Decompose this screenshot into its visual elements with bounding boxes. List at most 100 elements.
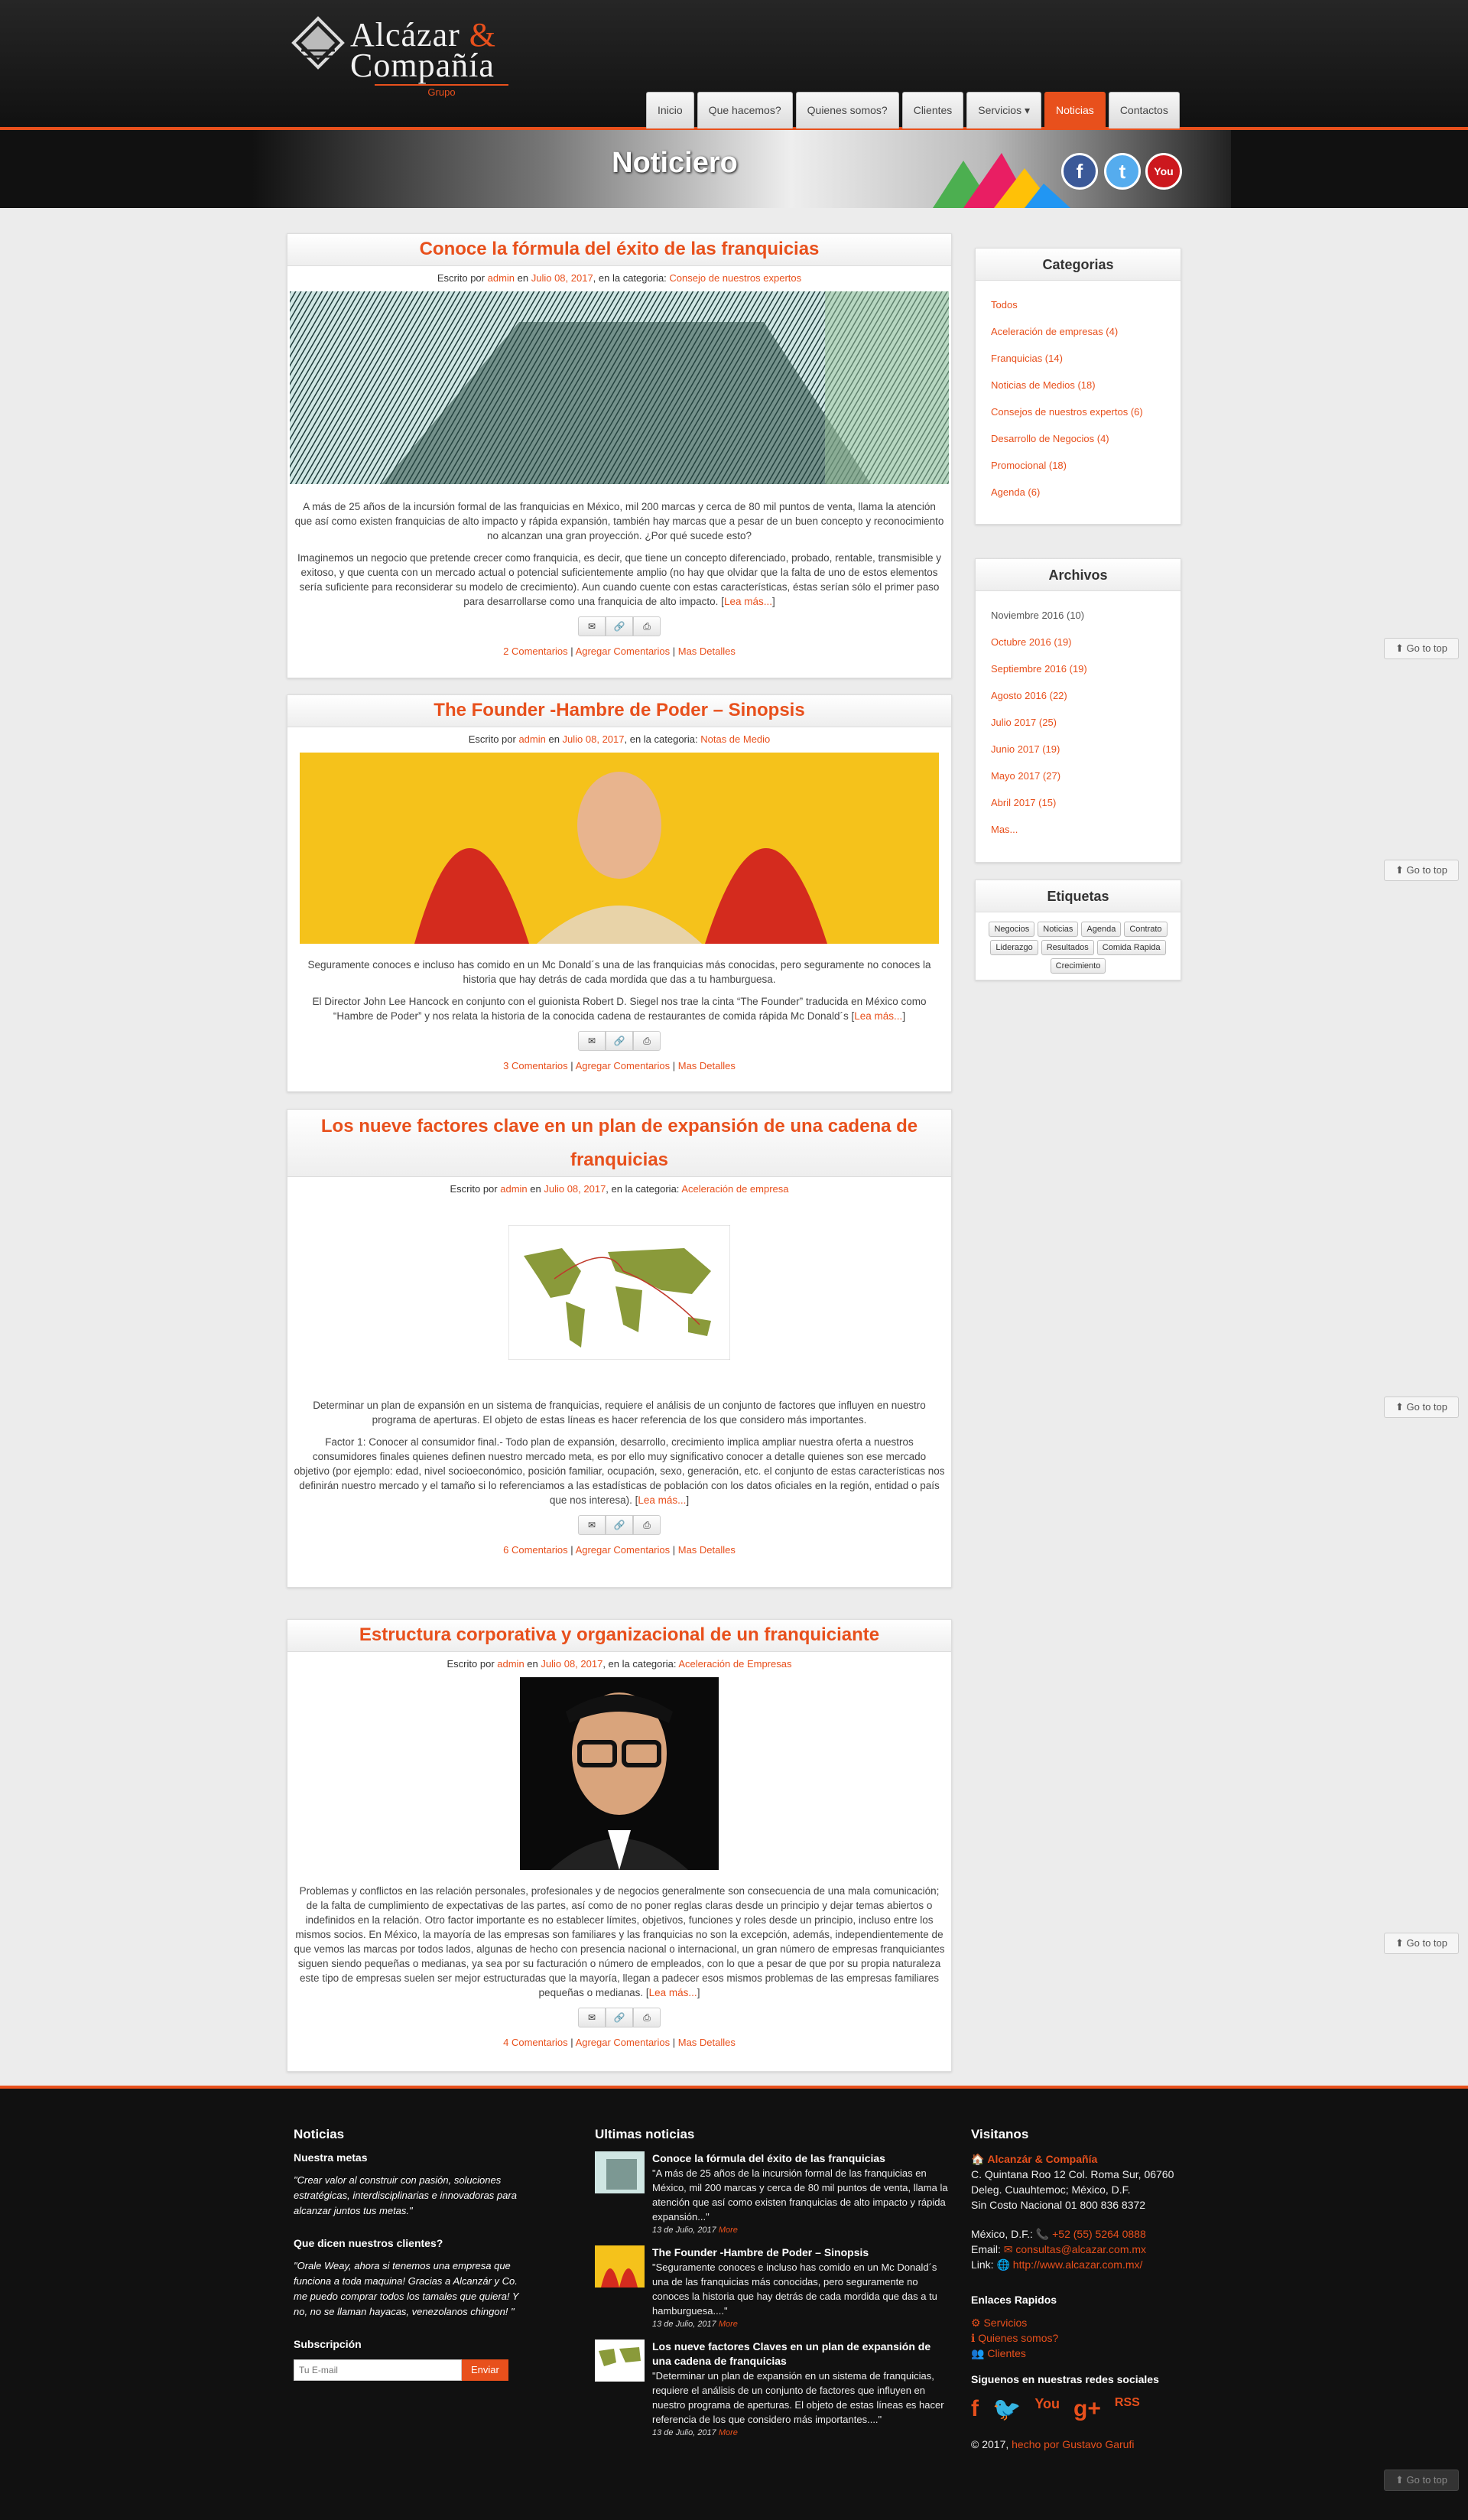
archive-link[interactable]: Mayo 2017 (27) <box>991 770 1060 782</box>
quick-link-clientes[interactable]: 👥 Clientes <box>971 2347 1026 2359</box>
comments-link[interactable]: 2 Comentarios <box>503 645 568 657</box>
comments-link[interactable]: 3 Comentarios <box>503 1060 568 1071</box>
subscribe-button[interactable]: Enviar <box>462 2359 508 2381</box>
post-category[interactable]: Aceleración de empresa <box>681 1183 788 1195</box>
read-more-link[interactable]: Lea más... <box>649 1987 697 1998</box>
post-author[interactable]: admin <box>497 1658 524 1670</box>
facebook-icon[interactable]: f <box>971 2396 979 2423</box>
category-link[interactable]: Franquicias (14) <box>991 353 1063 364</box>
category-link[interactable]: Agenda (6) <box>991 486 1040 498</box>
details-link[interactable]: Mas Detalles <box>678 1544 736 1556</box>
details-link[interactable]: Mas Detalles <box>678 2037 736 2048</box>
youtube-icon[interactable]: You <box>1145 153 1182 190</box>
tag[interactable]: Noticias <box>1038 922 1079 937</box>
subscribe-email-input[interactable] <box>294 2359 462 2381</box>
post-image-world-map[interactable] <box>508 1225 730 1360</box>
quick-link-quienes[interactable]: ℹ Quienes somos? <box>971 2332 1058 2344</box>
go-to-top-button[interactable]: ⬆ Go to top <box>1384 1397 1459 1418</box>
quick-link-servicios[interactable]: ⚙ Servicios <box>971 2317 1027 2329</box>
phone-link[interactable]: 📞 +52 (55) 5264 0888 <box>1036 2228 1146 2240</box>
tag[interactable]: Crecimiento <box>1050 958 1106 974</box>
facebook-icon[interactable]: f <box>1061 153 1098 190</box>
add-comment-link[interactable]: Agregar Comentarios <box>576 645 671 657</box>
post-date[interactable]: Julio 08, 2017 <box>563 733 625 745</box>
latest-news-item[interactable]: The Founder -Hambre de Poder – Sinopsis "… <box>595 2245 950 2329</box>
tag[interactable]: Comida Rapida <box>1096 940 1166 955</box>
category-link[interactable]: Todos <box>991 299 1018 311</box>
post-category[interactable]: Notas de Medio <box>700 733 770 745</box>
read-more-link[interactable]: Lea más... <box>724 596 772 607</box>
read-more-link[interactable]: Lea más... <box>854 1010 902 1022</box>
post-author[interactable]: admin <box>488 272 515 284</box>
archives-more-link[interactable]: Mas... <box>991 824 1018 835</box>
post-category[interactable]: Aceleración de Empresas <box>678 1658 791 1670</box>
post-date[interactable]: Julio 08, 2017 <box>541 1658 602 1670</box>
nav-inicio[interactable]: Inicio <box>646 92 694 128</box>
logo[interactable]: Alcázar & Compañía Grupo <box>291 15 520 98</box>
email-icon[interactable]: ✉ <box>578 616 606 636</box>
archive-link[interactable]: Octubre 2016 (19) <box>991 636 1072 648</box>
go-to-top-button[interactable]: ⬆ Go to top <box>1384 2470 1459 2491</box>
email-icon[interactable]: ✉ <box>578 1515 606 1535</box>
email-icon[interactable]: ✉ <box>578 2008 606 2027</box>
nav-noticias[interactable]: Noticias <box>1044 92 1106 128</box>
tag[interactable]: Resultados <box>1041 940 1094 955</box>
latest-news-item[interactable]: Los nueve factores Claves en un plan de … <box>595 2340 950 2437</box>
nav-quienes-somos[interactable]: Quienes somos? <box>795 92 899 128</box>
archive-item[interactable]: Noviembre 2016 (10) <box>991 602 1165 629</box>
youtube-icon[interactable]: You <box>1034 2396 1060 2423</box>
post-title[interactable]: Estructura corporativa y organizacional … <box>287 1620 951 1652</box>
post-date[interactable]: Julio 08, 2017 <box>531 272 593 284</box>
archive-link[interactable]: Junio 2017 (19) <box>991 743 1060 755</box>
archive-link[interactable]: Julio 2017 (25) <box>991 717 1057 728</box>
post-image-banknote[interactable] <box>290 291 949 484</box>
post-title[interactable]: Conoce la fórmula del éxito de las franq… <box>287 234 951 266</box>
details-link[interactable]: Mas Detalles <box>678 645 736 657</box>
go-to-top-button[interactable]: ⬆ Go to top <box>1384 1933 1459 1954</box>
rss-icon[interactable]: RSS <box>1115 2396 1140 2423</box>
nav-contactos[interactable]: Contactos <box>1108 92 1180 128</box>
website-link[interactable]: 🌐 http://www.alcazar.com.mx/ <box>996 2258 1142 2271</box>
category-link[interactable]: Noticias de Medios (18) <box>991 379 1096 391</box>
post-date[interactable]: Julio 08, 2017 <box>544 1183 606 1195</box>
post-image-man-glasses[interactable] <box>520 1677 719 1870</box>
email-icon[interactable]: ✉ <box>578 1031 606 1051</box>
add-comment-link[interactable]: Agregar Comentarios <box>576 2037 671 2048</box>
nav-servicios[interactable]: Servicios ▾ <box>966 92 1042 128</box>
news-more-link[interactable]: More <box>719 2226 738 2235</box>
archive-link[interactable]: Abril 2017 (15) <box>991 797 1056 808</box>
read-more-link[interactable]: Lea más... <box>638 1494 686 1506</box>
post-title[interactable]: The Founder -Hambre de Poder – Sinopsis <box>287 695 951 727</box>
add-comment-link[interactable]: Agregar Comentarios <box>576 1544 671 1556</box>
go-to-top-button[interactable]: ⬆ Go to top <box>1384 860 1459 881</box>
post-image-founder[interactable] <box>300 753 939 944</box>
category-link[interactable]: Desarrollo de Negocios (4) <box>991 433 1109 444</box>
link-icon[interactable]: 🔗 <box>606 2008 633 2027</box>
post-category[interactable]: Consejo de nuestros expertos <box>669 272 801 284</box>
tag[interactable]: Negocios <box>989 922 1035 937</box>
post-author[interactable]: admin <box>518 733 545 745</box>
latest-news-item[interactable]: Conoce la fórmula del éxito de las franq… <box>595 2151 950 2235</box>
category-link[interactable]: Promocional (18) <box>991 460 1067 471</box>
post-title[interactable]: Los nueve factores clave en un plan de e… <box>287 1110 951 1177</box>
category-link[interactable]: Consejos de nuestros expertos (6) <box>991 406 1143 418</box>
nav-que-hacemos[interactable]: Que hacemos? <box>697 92 793 128</box>
google-plus-icon[interactable]: g+ <box>1073 2396 1101 2423</box>
print-icon[interactable]: ⎙ <box>633 2008 661 2027</box>
link-icon[interactable]: 🔗 <box>606 616 633 636</box>
news-more-link[interactable]: More <box>719 2428 738 2437</box>
comments-link[interactable]: 6 Comentarios <box>503 1544 568 1556</box>
company-link[interactable]: Alcanzár & Compañía <box>987 2153 1097 2165</box>
post-author[interactable]: admin <box>500 1183 527 1195</box>
archive-link[interactable]: Agosto 2016 (22) <box>991 690 1067 701</box>
archive-link[interactable]: Septiembre 2016 (19) <box>991 663 1087 675</box>
author-link[interactable]: hecho por Gustavo Garufi <box>1012 2438 1134 2450</box>
link-icon[interactable]: 🔗 <box>606 1031 633 1051</box>
tag[interactable]: Agenda <box>1081 922 1122 937</box>
nav-clientes[interactable]: Clientes <box>901 92 964 128</box>
news-more-link[interactable]: More <box>719 2320 738 2329</box>
details-link[interactable]: Mas Detalles <box>678 1060 736 1071</box>
category-link[interactable]: Aceleración de empresas (4) <box>991 326 1118 337</box>
twitter-icon[interactable]: t <box>1104 153 1141 190</box>
tag[interactable]: Liderazgo <box>990 940 1038 955</box>
